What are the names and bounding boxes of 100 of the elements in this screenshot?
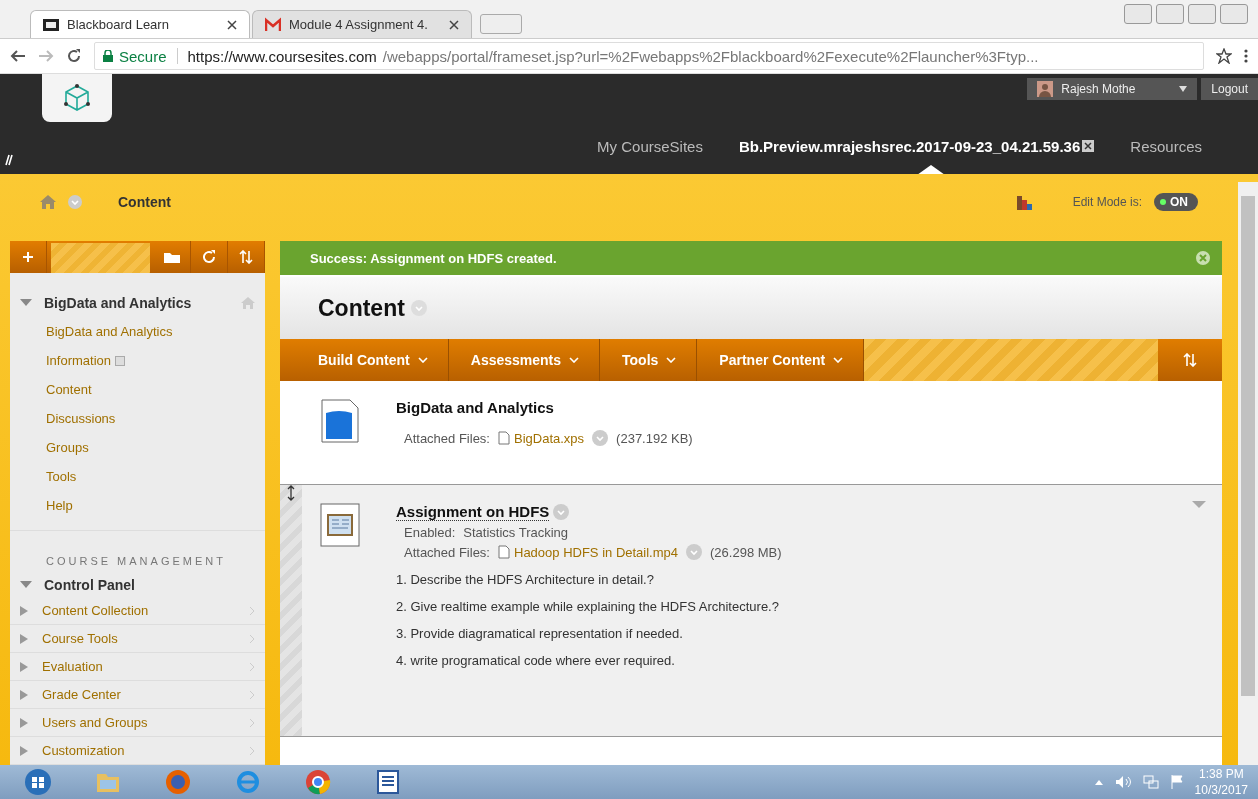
clock-date[interactable]: 10/3/2017 [1194,782,1248,798]
folder-icon [164,251,180,263]
chevron-down-icon[interactable] [686,544,703,560]
course-menu-link[interactable]: BigData and Analytics [46,324,173,339]
collapsed-triangle-icon[interactable] [20,633,28,644]
success-message: Success: Assignment on HDFS created. [310,250,558,266]
collapsed-triangle-icon[interactable] [20,661,28,672]
course-menu-link[interactable]: Content [46,382,92,397]
network-icon[interactable] [1142,775,1159,789]
collapse-icon[interactable] [1192,501,1206,509]
course-title[interactable]: BigData and Analytics [44,295,229,311]
logout-button[interactable]: Logout [1201,78,1258,100]
flag-icon[interactable] [1170,775,1183,789]
collapsed-triangle-icon[interactable] [20,745,28,756]
scrollbar-thumb[interactable] [1241,196,1255,696]
expanded-triangle-icon[interactable] [20,581,32,589]
chevron-right-icon [250,606,255,615]
user-button[interactable] [1124,4,1152,24]
chevron-right-icon [250,746,255,755]
panel-link[interactable]: Course Tools [42,631,236,646]
browser-tab[interactable]: Module 4 Assignment 4. [252,10,472,38]
menu-icon[interactable] [1244,48,1248,64]
close-icon[interactable] [1082,140,1095,152]
cube-icon [62,83,92,113]
document-icon[interactable] [374,768,402,796]
chevron-down-icon[interactable] [410,300,427,316]
menu-button[interactable]: Tools [600,339,698,381]
back-icon[interactable] [10,48,26,64]
course-menu-link[interactable]: Groups [46,440,89,455]
url-path: /webapps/portal/frameset.jsp?url=%2Fwebapps%2Fblackboard%2Fexecute%2Flauncher%3Ftyp... [382,47,1039,65]
star-icon[interactable] [1216,48,1232,64]
drag-handle-icon[interactable] [287,485,295,501]
reload-icon[interactable] [66,48,82,64]
volume-icon[interactable] [1114,775,1131,789]
chevron-right-icon [250,662,255,671]
panel-link[interactable]: Grade Center [42,687,236,702]
breadcrumb-item[interactable]: Content [118,194,171,210]
question-text: 4. write programatical code where ever required. [396,653,676,668]
chevron-down-icon[interactable] [553,504,570,520]
globe-icon[interactable] [164,768,192,796]
course-menu-link[interactable]: Help [46,498,73,513]
assignment-icon [320,503,360,547]
chevron-down-icon[interactable] [68,195,82,209]
nav-tab[interactable]: Resources [1130,137,1202,155]
edit-mode-toggle[interactable]: ON [1154,193,1198,211]
new-tab-button[interactable] [480,14,522,34]
question-text: 1. Describe the HDFS Architecture in detail.? [396,572,655,587]
panel-link[interactable]: Evaluation [42,659,236,674]
page-title: Content [318,294,405,322]
address-field[interactable]: Secure https://www.coursesites.com /webapps/portal/frameset.jsp?url=%2Fwebapps%2Fblackboard%2Fexecute%2Flauncher%3Ftyp... [94,42,1204,70]
nav-tab[interactable]: My CourseSites [597,137,703,155]
item-title[interactable]: Assignment on HDFS [396,503,550,521]
panel-link[interactable]: Users and Groups [42,715,236,730]
file-link[interactable]: BigData.xps [514,430,585,446]
expanded-triangle-icon[interactable] [20,299,32,307]
browser-tab[interactable]: Blackboard Learn [30,10,250,38]
panel-link[interactable]: Customization [42,743,236,758]
user-menu[interactable]: Rajesh Mothe [1027,78,1198,100]
file-icon [498,545,510,559]
maximize-button[interactable] [1188,4,1216,24]
file-size: (237.192 KB) [616,430,693,446]
course-menu-link[interactable]: Tools [46,469,77,484]
start-button[interactable] [24,768,52,796]
item-title[interactable]: BigData and Analytics [396,399,554,416]
course-menu-link[interactable]: Discussions [46,411,116,426]
menu-button[interactable]: Assessments [448,339,601,381]
chevron-right-icon [250,634,255,643]
forward-icon[interactable] [38,48,54,64]
chevron-down-icon [417,357,428,363]
collapsed-triangle-icon[interactable] [20,605,28,616]
clock-time[interactable]: 1:38 PM [1198,766,1244,782]
chevron-down-icon[interactable] [592,430,609,446]
logo-panel[interactable] [42,74,112,122]
collapsed-triangle-icon[interactable] [20,717,28,728]
file-link[interactable]: Hadoop HDFS in Detail.mp4 [514,544,679,560]
collapsed-triangle-icon[interactable] [20,689,28,700]
panel-title[interactable]: Control Panel [44,577,135,593]
close-icon[interactable] [449,19,459,30]
edit-link-icon[interactable] [3,154,15,166]
meta-label: Attached Files: [404,430,490,446]
chevron-down-icon [833,357,844,363]
show-hidden-icon[interactable] [1094,779,1103,785]
lock-icon [103,50,113,62]
menu-button[interactable]: Build Content [280,339,449,381]
home-icon[interactable] [241,297,255,309]
edit-mode-label: Edit Mode is: [1072,195,1142,209]
course-menu-link[interactable]: Information [46,353,112,368]
meta-label: Attached Files: [404,544,490,560]
chevron-down-icon [666,357,677,363]
site-icon [43,16,59,33]
browser-icon[interactable] [304,768,332,796]
panel-link[interactable]: Content Collection [42,603,236,618]
close-button[interactable] [1220,4,1248,24]
chevron-right-icon [250,718,255,727]
minimize-button[interactable] [1156,4,1184,24]
chart-icon[interactable] [1016,194,1033,210]
meta-label: Enabled: [404,525,456,540]
close-icon[interactable] [227,19,237,30]
file-size: (26.298 MB) [710,544,782,560]
home-icon[interactable] [40,195,56,209]
